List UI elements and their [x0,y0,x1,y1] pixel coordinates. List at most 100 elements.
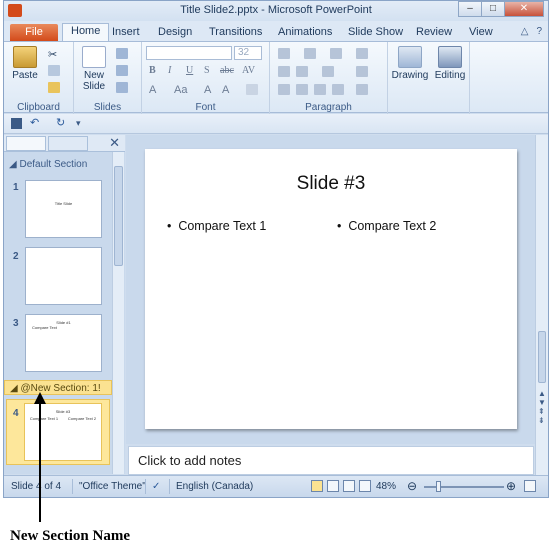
underline-icon[interactable]: U [186,65,193,76]
decrease-indent-icon[interactable] [278,66,290,77]
paragraph-group-label: Paragraph [305,102,352,113]
text-direction-icon[interactable] [356,48,368,59]
tab-view[interactable]: View [469,24,493,41]
scroll-buttons[interactable]: ▲ ▼ ⇞ ⇟ [538,389,546,425]
change-case-icon[interactable]: Aa [174,84,187,96]
new-section-header[interactable]: ◢ @New Section: 1! [4,380,112,395]
repeat-icon[interactable]: ↻ [56,118,67,129]
thumb-text-4a: Compare Text 1 [29,416,59,421]
justify-icon[interactable] [332,84,344,95]
slide-thumbnail-2[interactable] [25,247,102,305]
undo-icon[interactable]: ↶ [30,118,41,129]
drawing-button[interactable]: Drawing [388,46,432,81]
smartart-icon[interactable] [356,84,368,95]
strikethrough-icon[interactable]: abc [220,65,234,76]
current-slide[interactable]: Slide #3 • Compare Text 1 • Compare Text… [145,149,517,429]
columns-icon[interactable] [322,66,334,77]
close-button[interactable]: ✕ [504,1,544,17]
group-editing: Editing [430,42,470,114]
default-section-header[interactable]: ◢ Default Section [4,157,112,172]
shadow-icon[interactable]: S [204,65,210,76]
drawing-label: Drawing [391,70,429,81]
align-center-icon[interactable] [296,84,308,95]
paste-button[interactable]: Paste [10,46,40,81]
slide-thumbnail-1[interactable]: Title Slide [25,180,102,238]
reading-view-icon[interactable] [343,480,355,492]
panel-close-icon[interactable]: ✕ [109,135,120,151]
layout-icon[interactable] [116,48,128,59]
bullet-right-text: Compare Text 2 [348,219,437,233]
paste-label: Paste [12,70,38,81]
ribbon-home: Paste ✂ Clipboard New Slide Slides 32 B … [4,41,548,114]
ribbon-right-icons: △ ? [521,26,542,37]
clear-format-icon[interactable] [246,84,258,95]
bullets-icon[interactable] [278,48,290,59]
bullet-left[interactable]: • Compare Text 1 [167,219,266,233]
line-spacing-icon[interactable] [330,48,342,59]
slides-panel-scroll-thumb[interactable] [114,166,123,266]
minimize-button[interactable]: – [458,1,482,17]
spelling-check-icon[interactable]: ✓ [152,481,160,492]
normal-view-icon[interactable] [311,480,323,492]
tab-file[interactable]: File [10,24,58,41]
help-icon[interactable]: ? [536,26,542,37]
align-text-icon[interactable] [356,66,368,77]
grow-font-icon[interactable]: A [204,84,216,96]
outline-tab[interactable] [48,136,88,151]
tab-animations[interactable]: Animations [278,24,332,41]
status-divider [169,479,170,494]
status-divider [72,479,73,494]
italic-icon[interactable]: I [168,65,171,76]
format-painter-icon[interactable] [48,82,60,93]
editing-button[interactable]: Editing [430,46,470,81]
bold-icon[interactable]: B [149,65,156,76]
main-scroll-thumb[interactable] [538,331,546,383]
zoom-out-icon[interactable]: ⊖ [407,479,417,493]
slideshow-view-icon[interactable] [359,480,371,492]
slide-title[interactable]: Slide #3 [145,173,517,195]
tab-slide-show[interactable]: Slide Show [348,24,403,41]
notes-pane[interactable]: Click to add notes [128,446,534,475]
slides-panel-scrollbar[interactable] [112,152,124,474]
section-icon[interactable] [116,82,128,93]
slide-thumbnail-3[interactable]: Slide #1 Compare Text [25,314,102,372]
main-vertical-scrollbar[interactable]: ▲ ▼ ⇞ ⇟ [535,135,548,475]
tab-review[interactable]: Review [416,24,452,41]
slide-number-1: 1 [13,182,19,193]
slide-sorter-view-icon[interactable] [327,480,339,492]
zoom-in-icon[interactable]: ⊕ [506,479,516,493]
zoom-slider-knob[interactable] [436,481,441,492]
shrink-font-icon[interactable]: A [222,84,234,96]
language-indicator[interactable]: English (Canada) [176,481,253,492]
copy-icon[interactable] [48,65,60,76]
slides-tab[interactable] [6,136,46,151]
tab-transitions[interactable]: Transitions [209,24,262,41]
bullet-right[interactable]: • Compare Text 2 [337,219,436,233]
font-size-combo[interactable]: 32 [234,46,262,60]
increase-indent-icon[interactable] [296,66,308,77]
font-name-combo[interactable] [146,46,232,60]
char-spacing-icon[interactable]: AV [242,65,255,76]
cut-icon[interactable]: ✂ [48,48,60,61]
customize-qat-icon[interactable]: ▾ [76,118,87,129]
tab-design[interactable]: Design [158,24,192,41]
tab-home[interactable]: Home [62,23,110,41]
annotation-arrow-line [39,400,41,522]
new-slide-label-line2: Slide [82,81,106,92]
align-right-icon[interactable] [314,84,326,95]
zoom-level[interactable]: 48% [376,481,396,492]
numbering-icon[interactable] [304,48,316,59]
slide-thumbnail-4[interactable]: Slide #3 Compare Text 1 Compare Text 2 [24,403,102,461]
reset-icon[interactable] [116,65,128,76]
maximize-button[interactable]: □ [481,1,505,17]
align-left-icon[interactable] [278,84,290,95]
tab-insert[interactable]: Insert [112,24,140,41]
minimize-ribbon-icon[interactable]: △ [521,26,529,37]
new-section-name-input[interactable]: @New Section: 1! [20,383,100,394]
save-icon[interactable] [11,118,22,129]
fit-to-window-icon[interactable] [524,480,536,492]
slide-edit-area: Slide #3 • Compare Text 1 • Compare Text… [126,135,535,444]
group-font: 32 B I U S abc AV A Aa A A Font [142,42,270,114]
font-color-icon[interactable]: A [149,84,161,96]
new-slide-button[interactable]: New Slide [78,46,110,92]
